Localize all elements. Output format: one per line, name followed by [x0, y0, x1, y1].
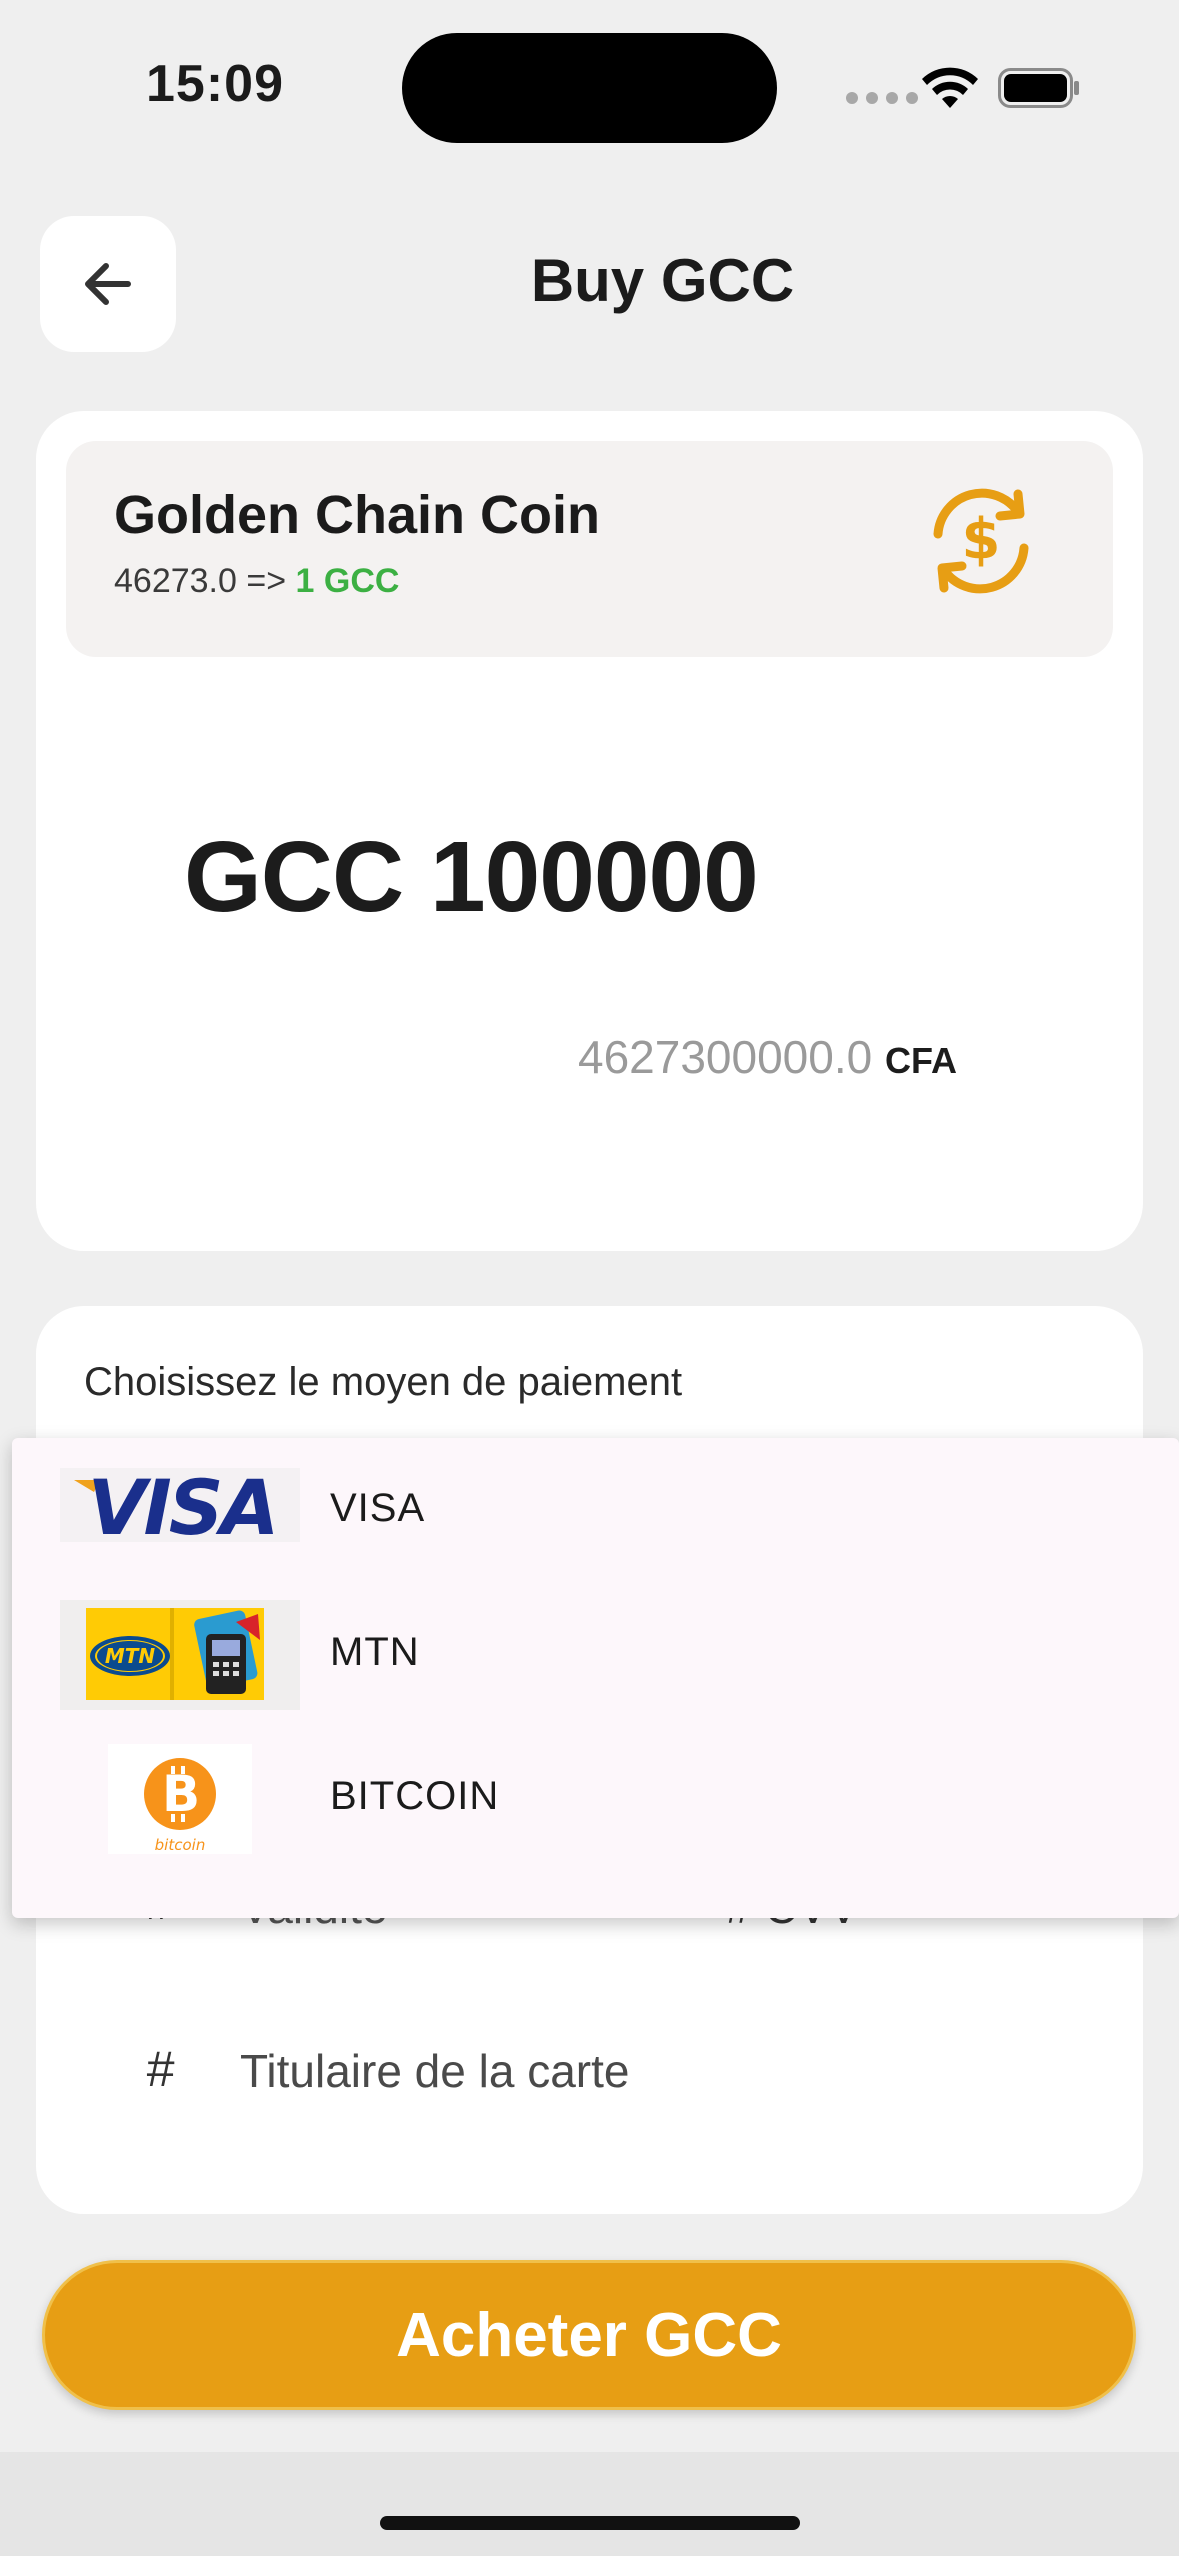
gcc-amount[interactable]: GCC 100000 [184, 820, 759, 935]
buy-gcc-button[interactable]: Acheter GCC [42, 2260, 1136, 2410]
bitcoin-logo-caption: bitcoin [155, 1836, 206, 1854]
fiat-conversion: 4627300000.0 CFA [578, 1030, 957, 1084]
coin-name: Golden Chain Coin [114, 485, 600, 545]
rate-prefix: 46273.0 => [114, 562, 287, 600]
fiat-currency: CFA [884, 1040, 957, 1081]
battery-icon [998, 68, 1079, 108]
wifi-icon [922, 67, 978, 108]
mtn-logo-icon: MTN [60, 1600, 300, 1710]
exchange-rate: 46273.0 => 1 GCC [114, 562, 399, 601]
payment-method-dropdown: VISA VISA MTN MTN B bitcoin BITCOIN [12, 1438, 1179, 1918]
bottom-bar [0, 2452, 1179, 2556]
bitcoin-logo-icon: B bitcoin [108, 1744, 252, 1854]
payment-option-mtn[interactable]: MTN MTN [12, 1582, 1179, 1722]
page-title: Buy GCC [530, 247, 795, 314]
status-time: 15:09 [146, 55, 284, 113]
payment-method-label: Choisissez le moyen de paiement [84, 1360, 683, 1404]
svg-text:VISA: VISA [88, 1463, 277, 1552]
rate-unit: 1 GCC [295, 562, 400, 600]
holder-hash: # [146, 2041, 174, 2097]
payment-option-bitcoin[interactable]: B bitcoin BITCOIN [12, 1726, 1179, 1866]
svg-text:MTN: MTN [105, 1644, 156, 1668]
payment-option-label: MTN [330, 1630, 420, 1674]
currency-exchange-icon[interactable]: $ [918, 478, 1044, 604]
dynamic-island [402, 33, 777, 143]
cellular-signal-icon [846, 92, 918, 104]
payment-option-label: BITCOIN [330, 1774, 500, 1818]
visa-logo-icon: VISA [60, 1463, 300, 1552]
card-holder-field[interactable]: Titulaire de la carte [240, 2044, 629, 2098]
home-indicator[interactable] [380, 2516, 800, 2530]
svg-text:$: $ [962, 507, 1001, 572]
payment-option-label: VISA [330, 1486, 426, 1530]
payment-option-visa[interactable]: VISA VISA [12, 1438, 1179, 1578]
fiat-value: 4627300000.0 [578, 1031, 873, 1083]
